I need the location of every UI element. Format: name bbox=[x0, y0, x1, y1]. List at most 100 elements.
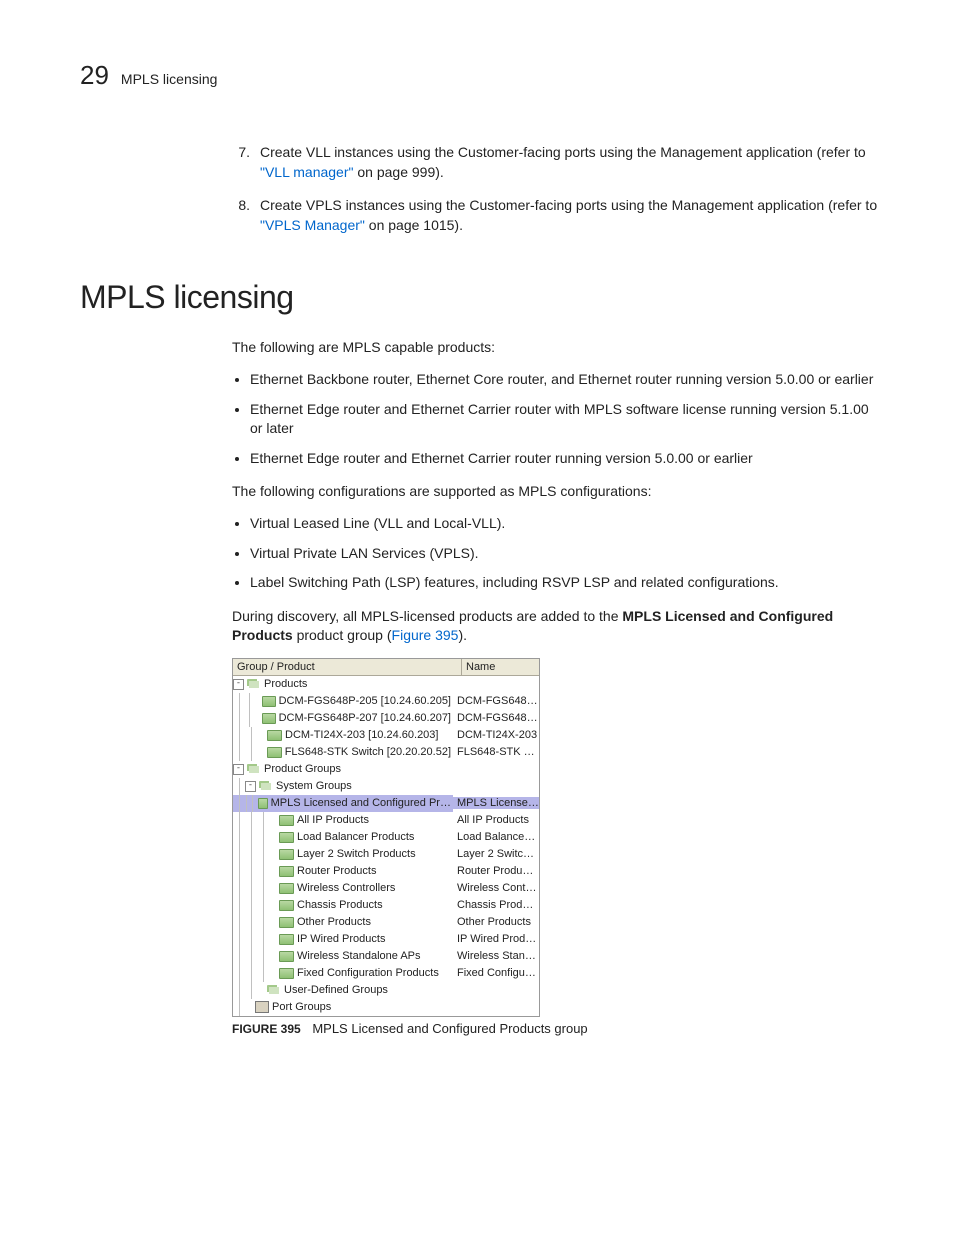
tree-row[interactable]: DCM-FGS648P-207 [10.24.60.207]DCM-FGS648… bbox=[233, 710, 539, 727]
tree-item-label: Other Products bbox=[297, 916, 371, 928]
collapse-icon[interactable]: - bbox=[233, 679, 244, 690]
item-icon bbox=[279, 968, 294, 979]
step-text: on page 999). bbox=[353, 164, 443, 180]
running-title: MPLS licensing bbox=[121, 71, 218, 87]
group-icon bbox=[247, 679, 261, 690]
group-icon bbox=[259, 781, 273, 792]
tree-item-label: Fixed Configuration Products bbox=[297, 967, 439, 979]
port-icon bbox=[255, 1001, 269, 1013]
tree-row[interactable]: All IP Products All IP Products bbox=[233, 812, 539, 829]
column-header-group[interactable]: Group / Product bbox=[233, 659, 462, 675]
item-icon bbox=[279, 815, 294, 826]
step-number: 8. bbox=[232, 196, 250, 235]
item-icon bbox=[279, 917, 294, 928]
tree-item-label: Load Balancer Products bbox=[297, 831, 414, 843]
figure-caption-text: MPLS Licensed and Configured Products gr… bbox=[312, 1021, 587, 1036]
tree-item-name: Router Produ… bbox=[453, 865, 539, 877]
column-header-name[interactable]: Name bbox=[462, 659, 539, 675]
tree-item-label: System Groups bbox=[276, 780, 352, 792]
list-item: Virtual Leased Line (VLL and Local-VLL). bbox=[250, 514, 884, 534]
tree-row[interactable]: Load Balancer Products Load Balance… bbox=[233, 829, 539, 846]
list-item: Label Switching Path (LSP) features, inc… bbox=[250, 573, 884, 593]
tree-item-label: Router Products bbox=[297, 865, 376, 877]
item-icon bbox=[267, 747, 282, 758]
products-bullets: Ethernet Backbone router, Ethernet Core … bbox=[232, 370, 884, 468]
step-text: on page 1015). bbox=[365, 217, 463, 233]
step-7: 7. Create VLL instances using the Custom… bbox=[232, 143, 884, 182]
step-8: 8. Create VPLS instances using the Custo… bbox=[232, 196, 884, 235]
item-icon bbox=[279, 866, 294, 877]
tree-item-name: Wireless Stan… bbox=[453, 950, 539, 962]
tree-row[interactable]: DCM-TI24X-203 [10.24.60.203]DCM-TI24X-20… bbox=[233, 727, 539, 744]
tree-item-name: Wireless Cont… bbox=[453, 882, 539, 894]
tree-item-label: Product Groups bbox=[264, 763, 341, 775]
tree-row[interactable]: - Products bbox=[233, 676, 539, 693]
configs-bullets: Virtual Leased Line (VLL and Local-VLL).… bbox=[232, 514, 884, 593]
tree-item-label: All IP Products bbox=[297, 814, 369, 826]
list-item: Ethernet Edge router and Ethernet Carrie… bbox=[250, 449, 884, 469]
tree-item-name: DCM-FGS648… bbox=[453, 712, 539, 724]
tree-item-label: FLS648-STK Switch [20.20.20.52] bbox=[285, 746, 451, 758]
tree-row[interactable]: Wireless Standalone APs Wireless Stan… bbox=[233, 948, 539, 965]
tree-item-label: Products bbox=[264, 678, 307, 690]
tree-row[interactable]: Port Groups bbox=[233, 999, 539, 1016]
section-heading: MPLS licensing bbox=[80, 279, 884, 316]
item-icon bbox=[279, 934, 294, 945]
running-header: 29 MPLS licensing bbox=[80, 60, 884, 91]
tree-item-label: DCM-FGS648P-207 [10.24.60.207] bbox=[279, 712, 451, 724]
tree-body: - Products DCM-FGS648P-205 [10.24.60.205]D… bbox=[233, 676, 539, 1016]
tree-item-name: All IP Products bbox=[453, 814, 539, 826]
group-icon bbox=[267, 985, 281, 996]
item-icon bbox=[267, 730, 282, 741]
tree-item-label: MPLS Licensed and Configured Pr… bbox=[271, 797, 451, 809]
item-icon bbox=[262, 713, 275, 724]
tree-row[interactable]: - System Groups bbox=[233, 778, 539, 795]
tree-item-name: Chassis Prod… bbox=[453, 899, 539, 911]
tree-row[interactable]: Wireless ControllersWireless Cont… bbox=[233, 880, 539, 897]
step-text: Create VPLS instances using the Customer… bbox=[260, 197, 877, 213]
tree-row[interactable]: Other ProductsOther Products bbox=[233, 914, 539, 931]
group-icon bbox=[247, 764, 261, 775]
numbered-steps: 7. Create VLL instances using the Custom… bbox=[232, 143, 884, 235]
tree-row[interactable]: IP Wired ProductsIP Wired Prod… bbox=[233, 931, 539, 948]
tree-row[interactable]: Chassis Products Chassis Prod… bbox=[233, 897, 539, 914]
list-item: Ethernet Backbone router, Ethernet Core … bbox=[250, 370, 884, 390]
tree-row[interactable]: MPLS Licensed and Configured Pr…MPLS Lic… bbox=[233, 795, 539, 812]
tree-row[interactable]: DCM-FGS648P-205 [10.24.60.205]DCM-FGS648… bbox=[233, 693, 539, 710]
item-icon bbox=[279, 883, 294, 894]
tree-row[interactable]: Fixed Configuration Products Fixed Config… bbox=[233, 965, 539, 982]
item-icon bbox=[258, 798, 267, 809]
tree-item-label: User-Defined Groups bbox=[284, 984, 388, 996]
collapse-icon[interactable]: - bbox=[245, 781, 256, 792]
tree-row[interactable]: User-Defined Groups bbox=[233, 982, 539, 999]
page-number: 29 bbox=[80, 60, 109, 91]
tree-row[interactable]: Layer 2 Switch Products Layer 2 Switc… bbox=[233, 846, 539, 863]
tree-row[interactable]: Router Products Router Produ… bbox=[233, 863, 539, 880]
figure-ref-link[interactable]: Figure 395 bbox=[392, 627, 459, 643]
vll-manager-link[interactable]: "VLL manager" bbox=[260, 164, 353, 180]
intro-paragraph: The following configurations are support… bbox=[232, 482, 884, 502]
vpls-manager-link[interactable]: "VPLS Manager" bbox=[260, 217, 365, 233]
summary-paragraph: During discovery, all MPLS-licensed prod… bbox=[232, 607, 884, 646]
item-icon bbox=[262, 696, 275, 707]
tree-item-name: MPLS License… bbox=[453, 797, 539, 809]
tree-header: Group / Product Name bbox=[233, 659, 539, 676]
tree-item-label: Chassis Products bbox=[297, 899, 383, 911]
tree-item-name: Load Balance… bbox=[453, 831, 539, 843]
tree-item-name: Fixed Configu… bbox=[453, 967, 539, 979]
tree-item-name: Layer 2 Switc… bbox=[453, 848, 539, 860]
tree-item-label: Layer 2 Switch Products bbox=[297, 848, 416, 860]
item-icon bbox=[279, 900, 294, 911]
collapse-icon[interactable]: - bbox=[233, 764, 244, 775]
tree-item-label: Port Groups bbox=[272, 1001, 331, 1013]
list-item: Virtual Private LAN Services (VPLS). bbox=[250, 544, 884, 564]
tree-item-name: FLS648-STK … bbox=[453, 746, 539, 758]
tree-item-label: Wireless Standalone APs bbox=[297, 950, 421, 962]
tree-row[interactable]: - Product Groups bbox=[233, 761, 539, 778]
step-text: Create VLL instances using the Customer-… bbox=[260, 144, 866, 160]
product-tree-panel: Group / Product Name - Products DCM-FGS648… bbox=[232, 658, 540, 1017]
tree-row[interactable]: FLS648-STK Switch [20.20.20.52]FLS648-ST… bbox=[233, 744, 539, 761]
figure-caption: FIGURE 395 MPLS Licensed and Configured … bbox=[232, 1021, 884, 1036]
item-icon bbox=[279, 849, 294, 860]
item-icon bbox=[279, 951, 294, 962]
